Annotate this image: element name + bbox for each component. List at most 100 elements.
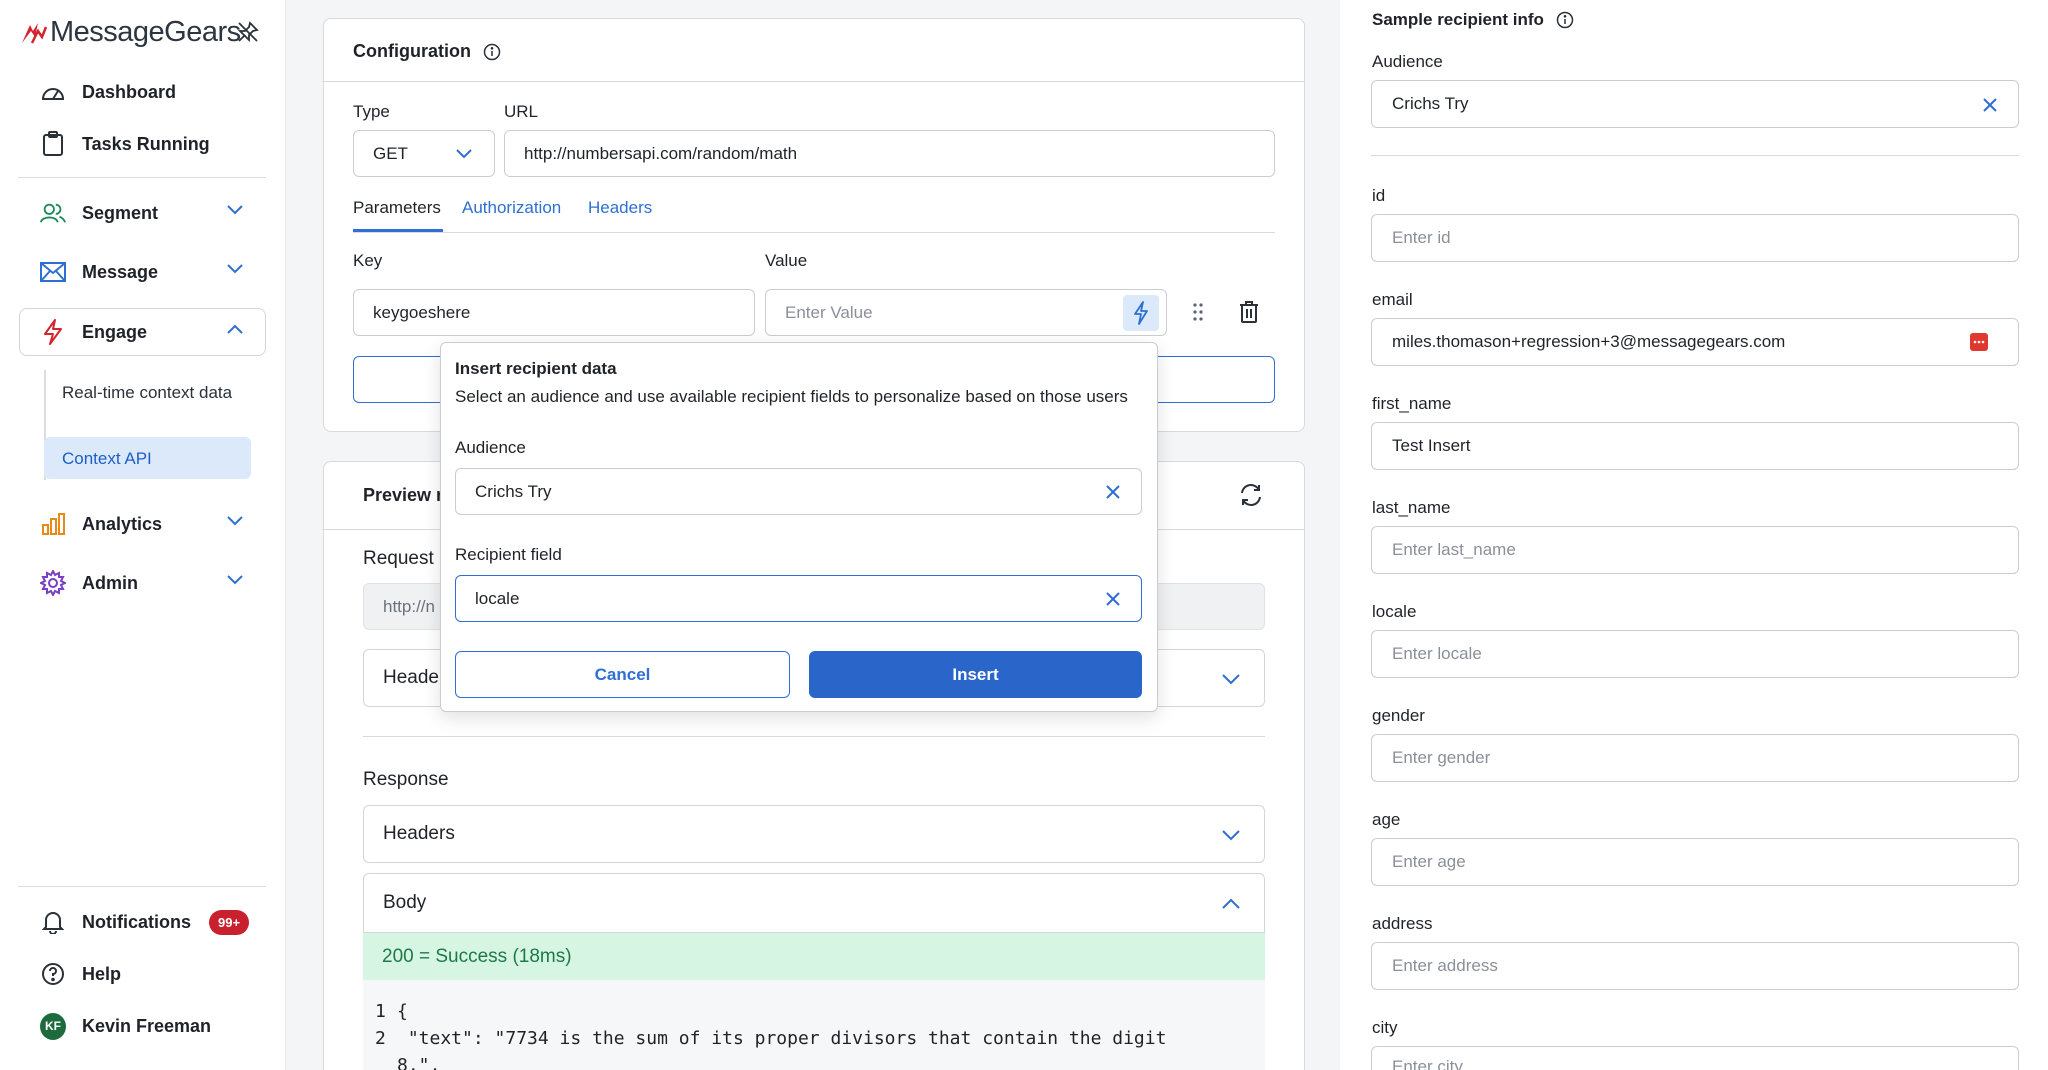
sidebar-item-dashboard[interactable]: Dashboard <box>20 69 265 115</box>
field-input-id[interactable]: Enter id <box>1371 214 2019 262</box>
sidebar: MessageGears Dashboard Tasks Running Seg… <box>0 0 286 1070</box>
response-status-text: 200 = Success (18ms) <box>382 945 572 967</box>
code-line: 8.", <box>397 1055 441 1070</box>
value-label: Value <box>765 251 808 270</box>
field-label-id: id <box>1372 186 1386 205</box>
field-input-city[interactable]: Enter city <box>1371 1046 2019 1070</box>
sidebar-item-label: Dashboard <box>82 81 177 102</box>
envelope-icon <box>40 259 66 285</box>
notification-count-badge: 99+ <box>209 909 250 935</box>
brand-logo[interactable]: MessageGears <box>18 16 241 49</box>
url-input[interactable]: http://numbersapi.com/random/math <box>504 130 1275 177</box>
field-input-first-name[interactable]: Test Insert <box>1371 422 2019 470</box>
tab-headers[interactable]: Headers <box>588 198 652 218</box>
refresh-icon[interactable] <box>1239 483 1263 507</box>
code-line: 1{ <box>375 1001 408 1022</box>
field-input-gender[interactable]: Enter gender <box>1371 734 2019 782</box>
chevron-down-icon <box>227 264 243 274</box>
brand-name: MessageGears <box>50 16 241 48</box>
messagegears-logo-icon <box>22 22 48 44</box>
sidebar-item-segment[interactable]: Segment <box>20 190 265 236</box>
sidebar-item-tasks-running[interactable]: Tasks Running <box>20 121 265 167</box>
sidebar-divider <box>18 886 266 887</box>
sidebar-item-label: Engage <box>82 321 148 342</box>
sidebar-item-message[interactable]: Message <box>20 249 265 295</box>
lightning-icon <box>40 319 66 345</box>
panel-divider <box>324 81 1304 82</box>
sidebar-item-help[interactable]: Help <box>20 951 265 997</box>
field-input-email[interactable]: miles.thomason+regression+3@messagegears… <box>1371 318 2019 366</box>
param-value-input[interactable]: Enter Value <box>765 289 1167 336</box>
help-icon <box>40 961 66 987</box>
recipient-divider <box>1371 155 2019 156</box>
cancel-button[interactable]: Cancel <box>455 651 790 698</box>
type-select-value: GET <box>373 143 408 163</box>
sidebar-item-notifications[interactable]: Notifications 99+ <box>20 899 265 945</box>
field-input-last-name[interactable]: Enter last_name <box>1371 526 2019 574</box>
chevron-down-icon <box>456 149 472 159</box>
popover-audience-select[interactable]: Crichs Try <box>455 468 1142 515</box>
insert-recipient-data-button[interactable] <box>1123 295 1159 331</box>
sidebar-item-engage[interactable]: Engage <box>20 309 265 355</box>
sidebar-item-admin[interactable]: Admin <box>20 560 265 606</box>
sidebar-item-label: Message <box>82 261 159 282</box>
field-label-first-name: first_name <box>1372 394 1452 413</box>
key-label: Key <box>353 251 383 270</box>
users-icon <box>40 200 66 226</box>
sidebar-item-label: Tasks Running <box>82 133 210 154</box>
popover-title: Insert recipient data <box>455 359 617 378</box>
info-icon[interactable] <box>483 43 501 61</box>
response-body-code: 1{ 2 "text": "7734 is the sum of its pro… <box>363 980 1265 1070</box>
request-url-value: http://n <box>383 596 435 616</box>
sidebar-subitem-context-api[interactable]: Context API <box>44 437 251 479</box>
sidebar-item-user[interactable]: KF Kevin Freeman <box>20 1003 265 1049</box>
chevron-up-icon <box>227 324 243 334</box>
response-body-accordion[interactable]: Body <box>363 873 1265 933</box>
recipient-panel-title: Sample recipient info <box>1372 10 1544 29</box>
insert-button[interactable]: Insert <box>809 651 1142 698</box>
url-label: URL <box>504 102 539 121</box>
popover-description: Select an audience and use available rec… <box>455 387 1128 406</box>
clear-icon[interactable] <box>1105 484 1121 500</box>
sidebar-item-label: Analytics <box>82 513 163 534</box>
sample-recipient-panel: Sample recipient info Audience Crichs Tr… <box>1340 0 2048 1070</box>
info-icon[interactable] <box>1556 11 1574 29</box>
sidebar-item-analytics[interactable]: Analytics <box>20 501 265 547</box>
tab-authorization[interactable]: Authorization <box>462 198 561 218</box>
trash-icon[interactable] <box>1239 301 1259 323</box>
accordion-label: Heade <box>383 667 439 688</box>
field-label-age: age <box>1372 810 1401 829</box>
sidebar-item-label: Segment <box>82 202 159 223</box>
field-label-locale: locale <box>1372 602 1417 621</box>
field-label-email: email <box>1372 290 1413 309</box>
field-label-gender: gender <box>1372 706 1425 725</box>
code-line: 2 "text": "7734 is the sum of its proper… <box>375 1028 1167 1049</box>
chevron-down-icon <box>1222 674 1240 685</box>
popover-audience-value: Crichs Try <box>475 481 552 501</box>
recipient-audience-select[interactable]: Crichs Try <box>1371 80 2019 128</box>
tab-parameters[interactable]: Parameters <box>353 198 441 218</box>
clear-icon[interactable] <box>1982 97 1998 113</box>
field-input-address[interactable]: Enter address <box>1371 942 2019 990</box>
user-name: Kevin Freeman <box>82 1015 212 1036</box>
chevron-down-icon <box>227 575 243 585</box>
param-key-value: keygoeshere <box>373 302 471 322</box>
clear-icon[interactable] <box>1105 591 1121 607</box>
response-headers-accordion[interactable]: Headers <box>363 805 1265 863</box>
field-input-locale[interactable]: Enter locale <box>1371 630 2019 678</box>
section-divider <box>363 736 1265 737</box>
sidebar-subitem-realtime-context[interactable]: Real-time context data <box>44 381 251 404</box>
popover-audience-label: Audience <box>455 438 526 457</box>
field-input-age[interactable]: Enter age <box>1371 838 2019 886</box>
popover-recipient-field-select[interactable]: locale <box>455 575 1142 622</box>
url-input-value: http://numbersapi.com/random/math <box>524 143 798 163</box>
drag-handle-icon[interactable] <box>1192 302 1204 322</box>
unpin-icon[interactable] <box>236 20 260 44</box>
chevron-up-icon <box>1222 898 1240 909</box>
autofill-icon[interactable] <box>1970 333 1988 351</box>
accordion-label: Body <box>383 892 427 913</box>
type-select[interactable]: GET <box>353 130 495 177</box>
preview-title: Preview r <box>363 485 444 505</box>
param-key-input[interactable]: keygoeshere <box>353 289 755 336</box>
chevron-down-icon <box>227 205 243 215</box>
